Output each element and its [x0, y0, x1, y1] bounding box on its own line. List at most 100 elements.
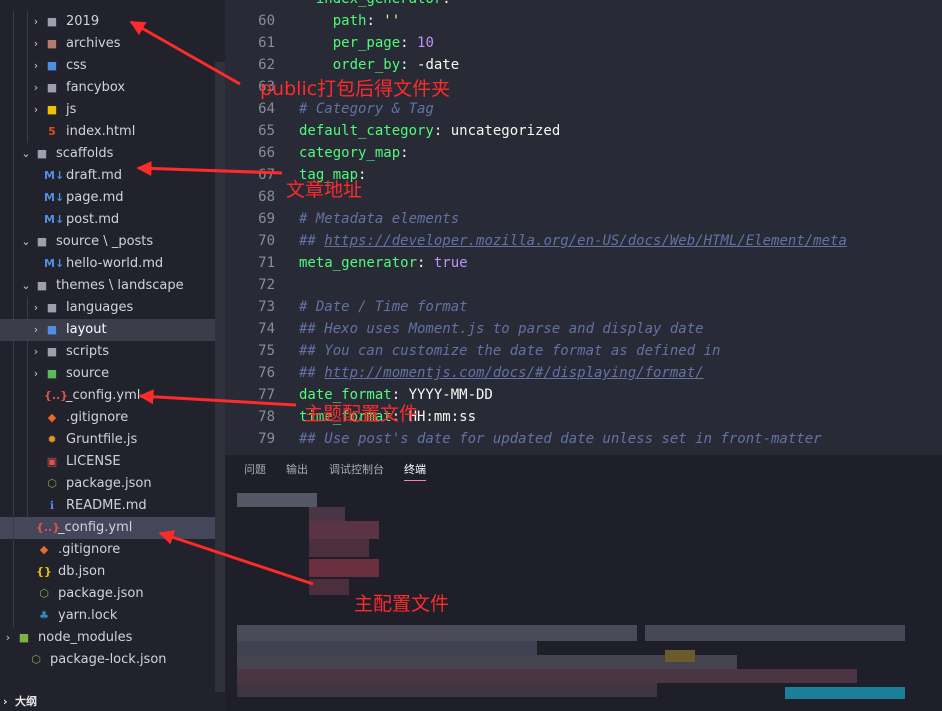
panel-tab[interactable]: 问题: [244, 461, 266, 477]
chevron-right-icon: ›: [3, 695, 8, 708]
item-label: scaffolds: [56, 146, 114, 161]
file-item[interactable]: M↓ post.md: [0, 209, 225, 231]
chevron-right-icon[interactable]: ›: [30, 319, 42, 341]
item-label: index.html: [66, 124, 136, 139]
file-item[interactable]: {} db.json: [0, 561, 225, 583]
file-type-icon: M↓: [44, 213, 65, 226]
panel-tab[interactable]: 调试控制台: [329, 461, 384, 477]
chevron-right-icon[interactable]: ›: [30, 33, 42, 55]
chevron-right-icon[interactable]: ›: [30, 297, 42, 319]
item-label: _config.yml: [66, 388, 141, 403]
panel-tab[interactable]: 输出: [286, 461, 308, 477]
code-line[interactable]: # Category & Tag: [299, 101, 434, 117]
line-number: 70: [258, 233, 275, 249]
blurred-terminal-text: [309, 521, 379, 539]
item-label: package-lock.json: [50, 652, 167, 667]
item-label: 2019: [66, 14, 100, 29]
folder-item[interactable]: ⌄ ■ source \ _posts: [0, 231, 225, 253]
file-item[interactable]: {..} _config.yml: [0, 385, 225, 407]
file-type-icon: ▣: [46, 455, 58, 468]
line-number: 77: [258, 387, 275, 403]
file-item[interactable]: ℹ README.md: [0, 495, 225, 517]
file-type-icon: ✹: [47, 433, 57, 446]
item-label: page.md: [66, 190, 124, 205]
chevron-down-icon[interactable]: ⌄: [20, 231, 32, 253]
file-item[interactable]: ▣ LICENSE: [0, 451, 225, 473]
outline-section-header[interactable]: › 大纲: [0, 692, 225, 711]
file-item[interactable]: ◆ .gitignore: [0, 407, 225, 429]
line-number: 75: [258, 343, 275, 359]
code-line[interactable]: ## Use post's date for updated date unle…: [299, 431, 822, 447]
indent-guide: [27, 297, 28, 517]
line-number: 60: [258, 13, 275, 29]
blurred-terminal-text: [237, 669, 857, 683]
code-line[interactable]: ## http://momentjs.com/docs/#/displaying…: [299, 365, 704, 381]
code-line[interactable]: meta_generator: true: [299, 255, 468, 271]
file-item[interactable]: M↓ hello-world.md: [0, 253, 225, 275]
folder-item[interactable]: › ■ 2019: [0, 11, 225, 33]
code-line[interactable]: order_by: -date: [299, 57, 459, 73]
folder-item[interactable]: › ■ scripts: [0, 341, 225, 363]
file-type-icon: ⬡: [47, 477, 57, 490]
folder-icon: ■: [36, 147, 48, 160]
chevron-down-icon[interactable]: ⌄: [20, 143, 32, 165]
panel-tab[interactable]: 终端: [404, 461, 426, 481]
file-item[interactable]: ⬡ package.json: [0, 583, 225, 605]
indent-guide: [27, 11, 28, 143]
code-editor[interactable]: index_generator: 60 path: '' 61 per_page: …: [225, 0, 942, 455]
file-type-icon: ⬡: [31, 653, 41, 666]
outline-label: 大纲: [15, 695, 37, 708]
folder-item[interactable]: › ■ archives: [0, 33, 225, 55]
file-item[interactable]: 5 index.html: [0, 121, 225, 143]
chevron-right-icon[interactable]: ›: [30, 363, 42, 385]
chevron-right-icon[interactable]: ›: [30, 341, 42, 363]
folder-item[interactable]: › ■ source: [0, 363, 225, 385]
chevron-right-icon[interactable]: ›: [30, 11, 42, 33]
code-line[interactable]: ## https://developer.mozilla.org/en-US/d…: [299, 233, 847, 249]
code-line[interactable]: # Date / Time format: [299, 299, 468, 315]
code-line[interactable]: ## You can customize the date format as …: [299, 343, 720, 359]
folder-item[interactable]: › ■ css: [0, 55, 225, 77]
folder-item[interactable]: › ■ node_modules: [0, 627, 225, 649]
file-item[interactable]: ♣ yarn.lock: [0, 605, 225, 627]
code-line[interactable]: ## Hexo uses Moment.js to parse and disp…: [299, 321, 704, 337]
folder-icon: ■: [46, 323, 58, 336]
folder-item[interactable]: › ■ layout: [0, 319, 225, 341]
file-type-icon: ⬡: [39, 587, 49, 600]
code-line[interactable]: # Metadata elements: [299, 211, 459, 227]
folder-item[interactable]: › ■ languages: [0, 297, 225, 319]
file-item[interactable]: {..} _config.yml: [0, 517, 225, 539]
code-line[interactable]: per_page: 10: [299, 35, 434, 51]
folder-icon: ■: [46, 15, 58, 28]
file-item[interactable]: M↓ draft.md: [0, 165, 225, 187]
code-line[interactable]: default_category: uncategorized: [299, 123, 560, 139]
file-item[interactable]: M↓ page.md: [0, 187, 225, 209]
chevron-right-icon[interactable]: ›: [30, 99, 42, 121]
file-item[interactable]: ⬡ package-lock.json: [0, 649, 225, 671]
code-line[interactable]: path: '': [299, 13, 400, 29]
folder-item[interactable]: ⌄ ■ scaffolds: [0, 143, 225, 165]
chevron-right-icon[interactable]: ›: [2, 627, 14, 649]
line-number: 61: [258, 35, 275, 51]
file-item[interactable]: ◆ .gitignore: [0, 539, 225, 561]
file-type-icon: 5: [48, 125, 56, 138]
file-item[interactable]: ✹ Gruntfile.js: [0, 429, 225, 451]
code-line[interactable]: index_generator:: [299, 0, 451, 7]
folder-item[interactable]: › ■ fancybox: [0, 77, 225, 99]
file-item[interactable]: ⬡ package.json: [0, 473, 225, 495]
folder-item[interactable]: › ■ js: [0, 99, 225, 121]
chevron-right-icon[interactable]: ›: [30, 77, 42, 99]
item-label: js: [66, 102, 77, 117]
explorer-scrollbar[interactable]: [215, 62, 225, 692]
item-label: layout: [66, 322, 107, 337]
file-type-icon: ◆: [47, 411, 57, 424]
item-label: post.md: [66, 212, 120, 227]
code-line[interactable]: category_map:: [299, 145, 409, 161]
item-label: LICENSE: [66, 454, 121, 469]
folder-item[interactable]: ⌄ ■ themes \ landscape: [0, 275, 225, 297]
chevron-right-icon[interactable]: ›: [30, 55, 42, 77]
item-label: node_modules: [38, 630, 133, 645]
folder-icon: ■: [46, 301, 58, 314]
folder-icon: ■: [36, 279, 48, 292]
chevron-down-icon[interactable]: ⌄: [20, 275, 32, 297]
